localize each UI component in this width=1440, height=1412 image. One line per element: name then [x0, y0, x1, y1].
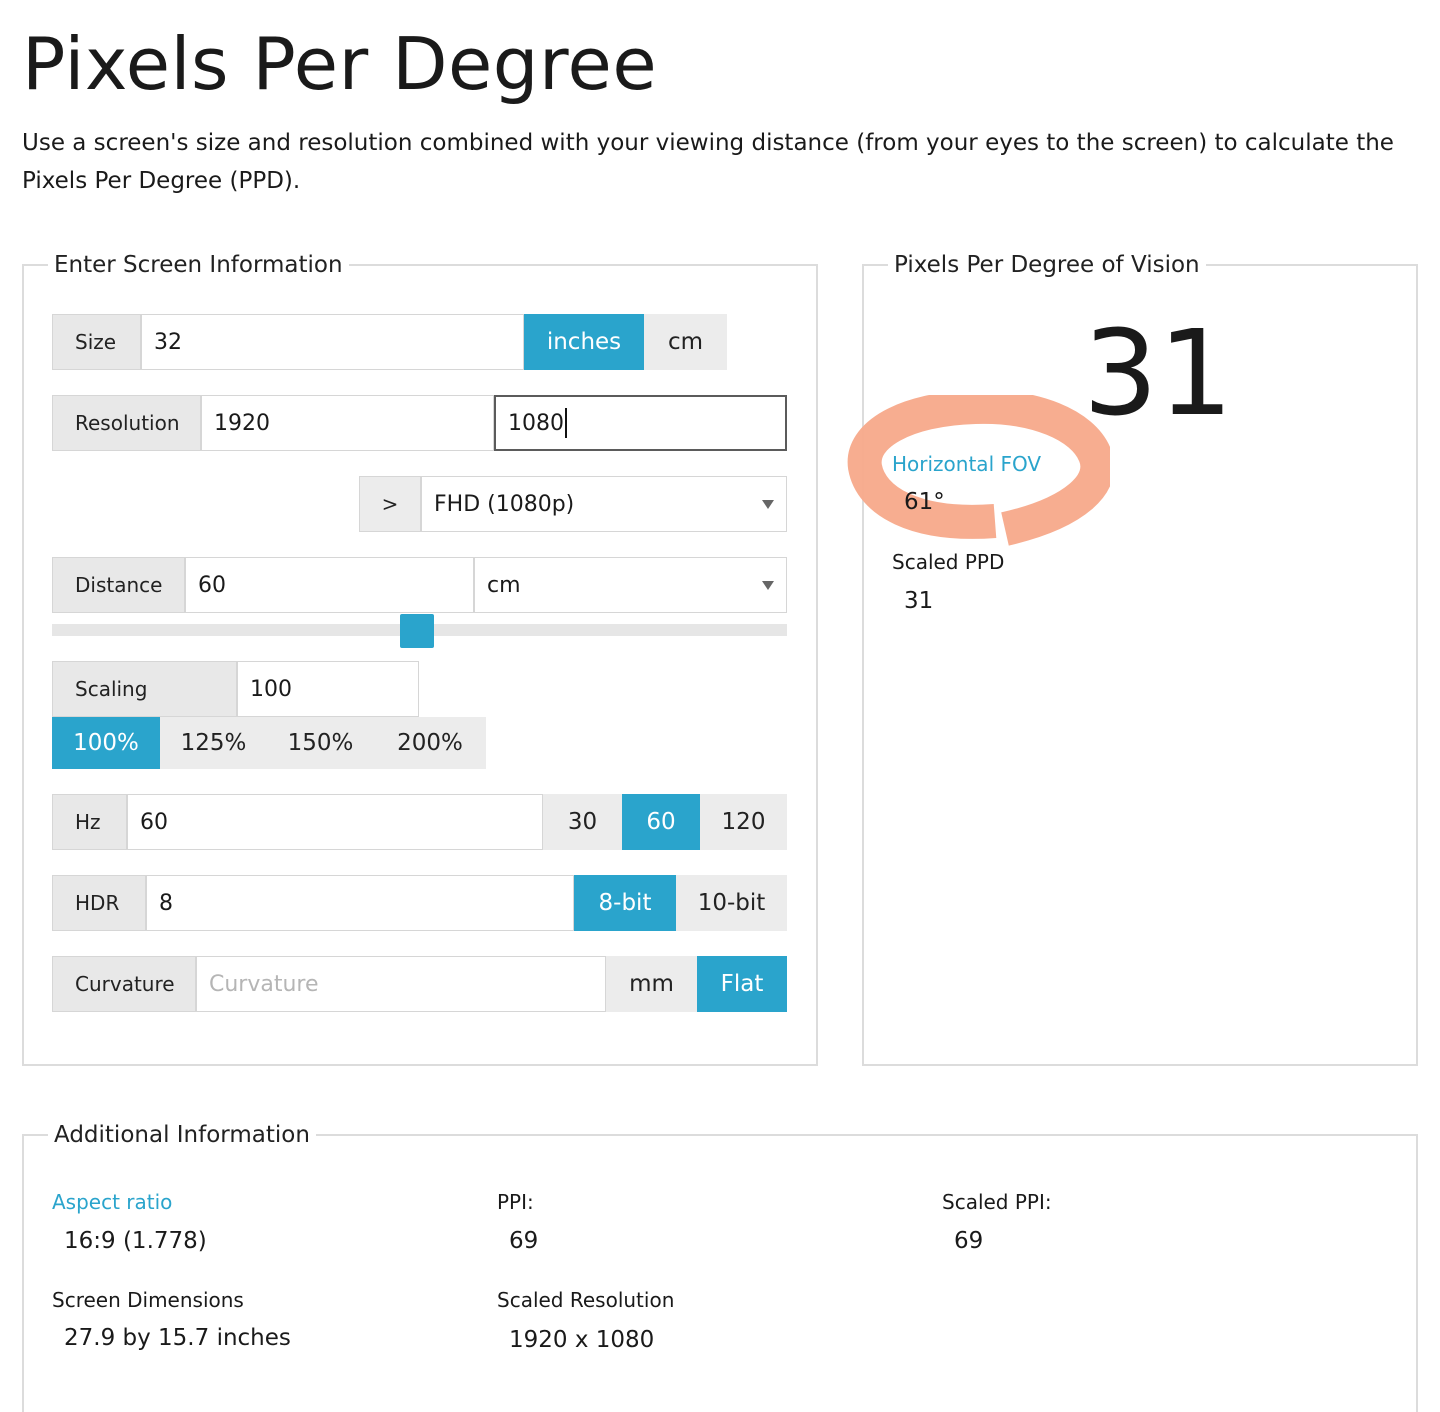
scaling-200-button[interactable]: 200% — [374, 717, 486, 769]
curvature-row: Curvature Curvature mm Flat — [52, 956, 787, 1012]
resolution-height-value: 1080 — [508, 410, 564, 436]
curvature-mm-button[interactable]: mm — [606, 956, 697, 1012]
size-row: Size 32 inches cm — [52, 314, 727, 370]
size-label: Size — [52, 314, 141, 370]
hdr-10bit-button[interactable]: 10-bit — [676, 875, 787, 931]
resolution-label: Resolution — [52, 395, 201, 451]
ppi-label: PPI: — [497, 1190, 534, 1214]
scaling-100-button[interactable]: 100% — [52, 717, 160, 769]
additional-info-panel: Additional Information — [22, 1122, 1418, 1412]
page-title: Pixels Per Degree — [22, 22, 658, 106]
scaling-options: 100% 125% 150% 200% — [52, 717, 486, 769]
ppi-value: 69 — [509, 1228, 539, 1254]
additional-info-legend: Additional Information — [54, 1122, 310, 1148]
scaled-resolution-label: Scaled Resolution — [497, 1288, 675, 1312]
hz-row: Hz 60 30 60 120 — [52, 794, 787, 850]
screen-dimensions-label: Screen Dimensions — [52, 1288, 244, 1312]
scaling-150-button[interactable]: 150% — [267, 717, 374, 769]
scaled-ppi-label: Scaled PPI: — [942, 1190, 1052, 1214]
aspect-ratio-value: 16:9 (1.778) — [64, 1228, 207, 1254]
resolution-row: Resolution 1920 1080 — [52, 395, 787, 451]
preset-row: > FHD (1080p) — [359, 476, 787, 532]
scaling-input[interactable]: 100 — [237, 661, 419, 717]
curvature-flat-button[interactable]: Flat — [697, 956, 787, 1012]
ppd-result-legend: Pixels Per Degree of Vision — [894, 252, 1200, 278]
scaling-row: Scaling 100 — [52, 661, 419, 717]
scaled-ppd-value: 31 — [904, 588, 934, 614]
screen-info-legend: Enter Screen Information — [54, 252, 343, 278]
distance-label: Distance — [52, 557, 185, 613]
screen-dimensions-value: 27.9 by 15.7 inches — [64, 1325, 291, 1351]
preset-selected-value: FHD (1080p) — [434, 491, 575, 517]
hz-120-button[interactable]: 120 — [700, 794, 787, 850]
horizontal-fov-label: Horizontal FOV — [892, 452, 1042, 476]
scaled-ppi-value: 69 — [954, 1228, 984, 1254]
curvature-label: Curvature — [52, 956, 196, 1012]
hz-30-button[interactable]: 30 — [543, 794, 622, 850]
chevron-down-icon — [762, 500, 774, 509]
hdr-8bit-button[interactable]: 8-bit — [574, 875, 676, 931]
distance-slider-handle[interactable] — [400, 614, 434, 648]
chevron-down-icon — [762, 581, 774, 590]
distance-row: Distance 60 cm — [52, 557, 787, 613]
text-caret — [565, 408, 567, 438]
aspect-ratio-label: Aspect ratio — [52, 1190, 173, 1214]
hdr-input[interactable]: 8 — [146, 875, 574, 931]
unit-cm-button[interactable]: cm — [644, 314, 727, 370]
scaled-ppd-label: Scaled PPD — [892, 550, 1005, 574]
scaling-125-button[interactable]: 125% — [160, 717, 267, 769]
hz-input[interactable]: 60 — [127, 794, 543, 850]
distance-input[interactable]: 60 — [185, 557, 474, 613]
size-input[interactable]: 32 — [141, 314, 524, 370]
preset-toggle-button[interactable]: > — [359, 476, 421, 532]
hdr-label: HDR — [52, 875, 146, 931]
scaling-label: Scaling — [52, 661, 237, 717]
horizontal-fov-value: 61° — [904, 489, 945, 515]
hdr-row: HDR 8 8-bit 10-bit — [52, 875, 787, 931]
distance-unit-select[interactable]: cm — [474, 557, 787, 613]
hz-label: Hz — [52, 794, 127, 850]
screen-info-panel: Enter Screen Information — [22, 252, 818, 1066]
distance-unit-value: cm — [487, 572, 521, 598]
unit-inches-button[interactable]: inches — [524, 314, 644, 370]
scaled-resolution-value: 1920 x 1080 — [509, 1327, 655, 1353]
intro-text: Use a screen's size and resolution combi… — [22, 130, 1394, 194]
preset-select[interactable]: FHD (1080p) — [421, 476, 787, 532]
resolution-height-input[interactable]: 1080 — [494, 395, 787, 451]
hz-60-button[interactable]: 60 — [622, 794, 700, 850]
curvature-input[interactable]: Curvature — [196, 956, 606, 1012]
resolution-width-input[interactable]: 1920 — [201, 395, 494, 451]
